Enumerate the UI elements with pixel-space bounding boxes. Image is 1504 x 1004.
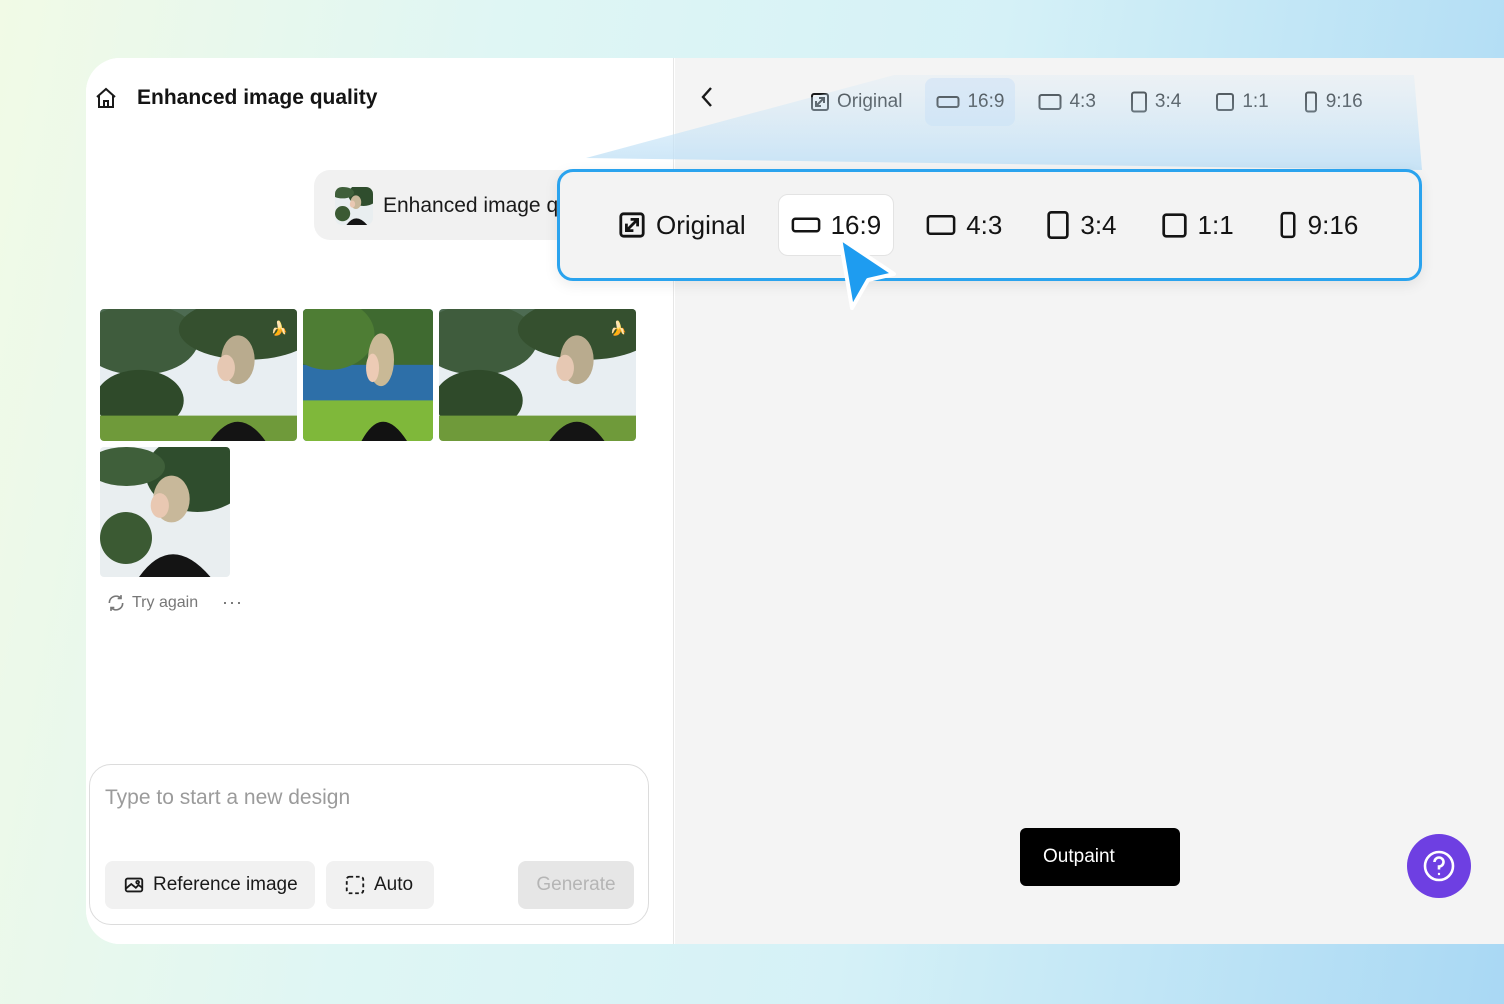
reference-image-label: Reference image <box>153 874 298 895</box>
try-again-button[interactable]: Try again <box>106 593 198 613</box>
wide-rect-icon <box>791 217 820 233</box>
portrait-rect-icon <box>1130 91 1147 113</box>
composer: Reference image Auto Generate <box>89 764 649 925</box>
auto-label: Auto <box>374 874 414 895</box>
ratio-4-3[interactable]: 4:3 <box>1027 78 1106 126</box>
ratio-4-3-zoomed[interactable]: 4:3 <box>914 194 1014 256</box>
expand-icon <box>811 93 829 111</box>
ratio-label: 1:1 <box>1242 91 1269 112</box>
cursor-pointer-icon <box>838 236 896 310</box>
ratio-3-4[interactable]: 3:4 <box>1119 78 1192 126</box>
banana-badge-icon: 🍌 <box>609 320 627 336</box>
wide-rect-icon <box>936 96 960 108</box>
square-icon <box>1216 93 1235 111</box>
tall-rect-icon <box>1280 211 1296 239</box>
ratio-label: Original <box>837 91 903 112</box>
ratio-1-1[interactable]: 1:1 <box>1204 78 1279 126</box>
generate-button[interactable]: Generate <box>518 861 634 909</box>
refresh-icon <box>108 595 124 611</box>
auto-button[interactable]: Auto <box>326 861 434 909</box>
ratio-label: 9:16 <box>1325 91 1363 112</box>
question-icon <box>1423 850 1455 882</box>
ratio-label: 1:1 <box>1197 209 1234 240</box>
rect-icon <box>926 215 956 235</box>
rect-icon <box>1038 94 1062 110</box>
home-icon[interactable] <box>94 86 118 110</box>
aspect-ratio-toolbar-zoomed: Original 16:9 4:3 3:4 1:1 9:16 <box>557 169 1422 281</box>
square-icon <box>1161 212 1187 238</box>
result-image-1[interactable]: 🍌 <box>100 309 297 441</box>
outpaint-button[interactable]: Outpaint <box>1020 828 1180 886</box>
reference-image-button[interactable]: Reference image <box>105 861 315 909</box>
help-button[interactable] <box>1407 834 1471 898</box>
result-image-4[interactable] <box>100 447 230 577</box>
prompt-input[interactable] <box>105 783 625 813</box>
page-title: Enhanced image quality <box>137 86 378 109</box>
chevron-left-icon[interactable] <box>696 84 718 110</box>
image-icon <box>124 877 144 893</box>
try-again-label: Try again <box>132 594 199 611</box>
ratio-9-16[interactable]: 9:16 <box>1292 78 1374 126</box>
result-image-2[interactable] <box>303 309 433 441</box>
result-image-3[interactable]: 🍌 <box>439 309 636 441</box>
ratio-label: 3:4 <box>1080 209 1117 240</box>
ratio-1-1-zoomed[interactable]: 1:1 <box>1149 194 1246 256</box>
ratio-original-zoomed[interactable]: Original <box>606 194 758 256</box>
ratio-label: 9:16 <box>1307 209 1359 240</box>
aspect-ratio-toolbar: Original 16:9 4:3 3:4 1:1 9:16 <box>799 74 1386 130</box>
ratio-9-16-zoomed[interactable]: 9:16 <box>1266 194 1371 256</box>
tall-rect-icon <box>1304 91 1317 113</box>
expand-icon <box>619 212 645 238</box>
banana-badge-icon: 🍌 <box>270 320 288 336</box>
prompt-thumbnail <box>335 187 373 225</box>
ratio-label: 3:4 <box>1154 91 1182 112</box>
portrait-rect-icon <box>1047 211 1070 239</box>
more-options-icon[interactable]: ··· <box>222 592 243 613</box>
dashed-square-icon <box>345 875 365 895</box>
ratio-label: 4:3 <box>966 209 1003 240</box>
ratio-label: Original <box>656 209 746 240</box>
ratio-3-4-zoomed[interactable]: 3:4 <box>1034 194 1128 256</box>
ratio-label: 4:3 <box>1069 91 1096 112</box>
ratio-original[interactable]: Original <box>799 78 913 126</box>
ratio-label: 16:9 <box>967 91 1005 112</box>
ratio-16-9[interactable]: 16:9 <box>925 78 1016 126</box>
